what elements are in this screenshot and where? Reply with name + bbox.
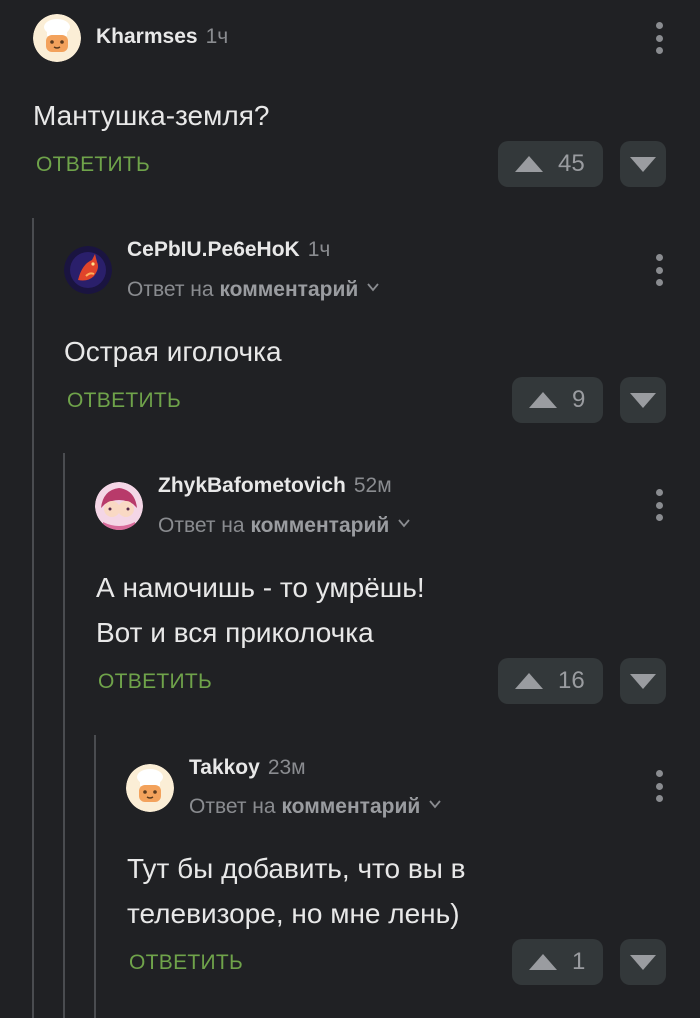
chevron-down-icon[interactable] [428,797,442,811]
reply-to-prefix: Ответ на [127,278,214,301]
author-name[interactable]: ZhykBafometovich 52м [158,474,392,498]
arrow-down-icon [630,954,656,970]
author-label[interactable]: Takkoy [189,756,260,779]
comment-text: А намочишь - то умрёшь! Вот и вся прикол… [96,565,425,655]
thread-line-3 [94,735,96,1018]
more-options-icon[interactable] [655,22,663,54]
upvote-button[interactable]: 9 [512,377,604,423]
reply-button[interactable]: ОТВЕТИТЬ [98,670,212,694]
reply-to-prefix: Ответ на [158,514,245,537]
comment-time: 23м [267,756,306,779]
upvote-button[interactable]: 1 [512,939,604,985]
author-name[interactable]: CePbIU.Pe6eHoK 1ч [127,238,330,262]
thread-line-1 [32,218,34,1018]
arrow-down-icon [630,673,656,689]
avatar[interactable] [64,246,112,294]
arrow-up-icon [515,156,543,172]
arrow-up-icon [529,392,557,408]
comment-text-line: Мантушка-земля? [33,100,270,131]
downvote-button[interactable] [620,658,666,704]
author-name[interactable]: Kharmses 1ч [96,25,228,49]
reply-button[interactable]: ОТВЕТИТЬ [129,951,243,975]
arrow-up-icon [515,673,543,689]
upvote-button[interactable]: 16 [498,658,603,704]
comment-text: Мантушка-земля? [33,93,269,138]
downvote-button[interactable] [620,141,666,187]
comment-text-line: Острая иголочка [64,336,282,367]
author-label[interactable]: ZhykBafometovich [158,474,346,497]
more-options-icon[interactable] [655,770,663,802]
more-options-icon[interactable] [655,254,663,286]
comment-text-line: телевизоре, но мне лень) [127,898,460,929]
avatar[interactable] [126,764,174,812]
reply-button[interactable]: ОТВЕТИТЬ [36,153,150,177]
comment-text: Тут бы добавить, что вы в телевизоре, но… [127,846,466,936]
chevron-down-icon[interactable] [397,516,411,530]
reply-to-link[interactable]: Ответ на комментарий [189,795,442,819]
reply-to-link[interactable]: Ответ на комментарий [127,278,380,302]
reply-to-target[interactable]: комментарий [250,514,389,537]
arrow-up-icon [529,954,557,970]
more-options-icon[interactable] [655,489,663,521]
reply-to-target[interactable]: комментарий [219,278,358,301]
comment-text-line: Тут бы добавить, что вы в [127,853,466,884]
chef-avatar-icon [126,764,174,812]
reply-to-target[interactable]: комментарий [281,795,420,818]
vote-count: 9 [572,386,586,413]
downvote-button[interactable] [620,939,666,985]
comment-time: 1ч [307,238,331,261]
vote-count: 45 [558,150,585,177]
arrow-down-icon [630,156,656,172]
author-label[interactable]: Kharmses [96,25,198,48]
comment-text: Острая иголочка [64,329,282,374]
chevron-down-icon[interactable] [366,280,380,294]
upvote-button[interactable]: 45 [498,141,603,187]
chef-avatar-icon [33,14,81,62]
comment-text-line: А намочишь - то умрёшь! [96,572,425,603]
comment-text-line: Вот и вся приколочка [96,617,374,648]
vote-count: 16 [558,667,585,694]
comment-time: 1ч [205,25,229,48]
reply-button[interactable]: ОТВЕТИТЬ [67,389,181,413]
reply-to-link[interactable]: Ответ на комментарий [158,514,411,538]
fox-avatar-icon [64,246,112,294]
downvote-button[interactable] [620,377,666,423]
avatar[interactable] [95,482,143,530]
arrow-down-icon [630,392,656,408]
vote-count: 1 [572,948,586,975]
comment-time: 52м [353,474,392,497]
thread-line-2 [63,453,65,1018]
anime-avatar-icon [95,482,143,530]
reply-to-prefix: Ответ на [189,795,276,818]
author-name[interactable]: Takkoy 23м [189,756,306,780]
author-label[interactable]: CePbIU.Pe6eHoK [127,238,300,261]
avatar[interactable] [33,14,81,62]
